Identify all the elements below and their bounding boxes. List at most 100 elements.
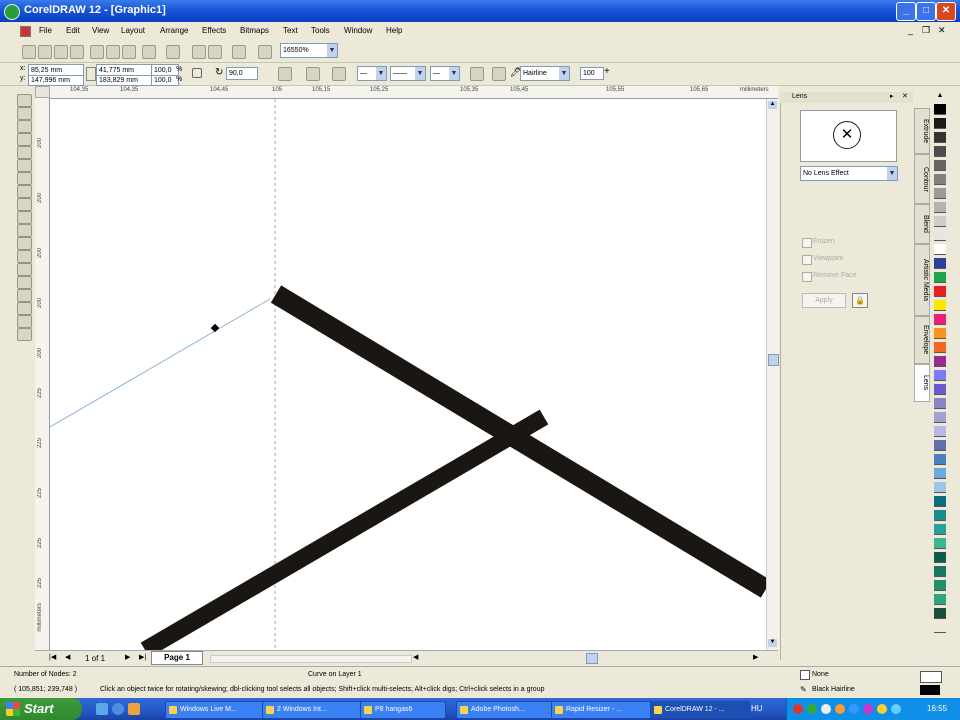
scroll-up-icon[interactable]: ▲ [768, 101, 777, 109]
redo-icon[interactable] [166, 45, 180, 59]
lens-effect-combo[interactable]: No Lens Effect ▼ [800, 166, 898, 181]
zoom-level-combo[interactable]: 16550% ▼ [280, 43, 338, 58]
corel-online-icon[interactable] [258, 45, 272, 59]
first-page-icon[interactable]: |◀ [49, 653, 56, 661]
outline-tool-icon[interactable] [17, 263, 32, 276]
palette-swatch[interactable] [934, 132, 946, 143]
minimize-icon[interactable]: _ [896, 2, 916, 21]
menu-effects[interactable]: Effects [202, 26, 226, 35]
scroll-left-icon[interactable]: ◀ [413, 653, 418, 661]
palette-swatch[interactable] [934, 300, 946, 311]
menu-view[interactable]: View [92, 26, 109, 35]
selected-hairline-curve[interactable] [50, 298, 271, 428]
freehand-tool-icon[interactable] [17, 146, 32, 159]
palette-swatch[interactable] [934, 440, 946, 451]
tray-app-icon[interactable] [849, 704, 859, 714]
horizontal-scrollbar[interactable] [210, 655, 412, 663]
print-icon[interactable] [70, 45, 84, 59]
chevron-down-icon[interactable]: ▼ [559, 67, 569, 80]
viewpoint-checkbox[interactable] [802, 255, 812, 265]
vertical-scrollbar[interactable]: ▲ ▼ [766, 99, 779, 650]
internet-explorer-icon[interactable] [112, 703, 124, 715]
palette-swatch[interactable] [934, 370, 946, 381]
fill-color-preview[interactable] [920, 671, 942, 683]
tab-contour[interactable]: Contour [914, 154, 930, 204]
tray-app-icon[interactable] [891, 704, 901, 714]
tray-app-icon[interactable] [793, 704, 803, 714]
polygon-tool-icon[interactable] [17, 198, 32, 211]
application-launcher-icon[interactable] [232, 45, 246, 59]
palette-scroll-up-icon[interactable]: ▲ [934, 92, 946, 102]
drawing-canvas[interactable] [50, 99, 766, 650]
taskbar-item-coreldraw[interactable]: CorelDRAW 12 - ... [650, 701, 750, 719]
rectangle-tool-icon[interactable] [17, 172, 32, 185]
shape-tool-icon[interactable] [17, 107, 32, 120]
mesh-fill-tool-icon[interactable] [17, 302, 32, 315]
palette-swatch[interactable] [934, 230, 946, 241]
copy-icon[interactable] [106, 45, 120, 59]
menu-layout[interactable]: Layout [121, 26, 145, 35]
ruler-corner[interactable] [35, 86, 50, 98]
docker-collapse-icon[interactable]: ▸ [890, 92, 894, 100]
start-arrowhead-combo[interactable]: — ▼ [357, 66, 387, 81]
palette-swatch[interactable] [934, 104, 946, 115]
palette-swatch[interactable] [934, 146, 946, 157]
palette-swatch[interactable] [934, 272, 946, 283]
end-arrowhead-combo[interactable]: — ▼ [430, 66, 460, 81]
open-icon[interactable] [38, 45, 52, 59]
doc-close-icon[interactable]: ✕ [938, 25, 946, 36]
pen-icon[interactable] [492, 67, 506, 81]
start-button[interactable]: Start [0, 698, 82, 720]
tray-app-icon[interactable] [807, 704, 817, 714]
palette-swatch[interactable] [934, 496, 946, 507]
export-icon[interactable] [208, 45, 222, 59]
remove-face-checkbox[interactable] [802, 272, 812, 282]
zoom-tool-icon[interactable] [17, 133, 32, 146]
scroll-down-icon[interactable]: ▼ [768, 639, 777, 647]
palette-swatch[interactable] [934, 398, 946, 409]
document-icon[interactable] [20, 26, 31, 37]
palette-swatch[interactable] [934, 608, 946, 619]
taskbar-item-p8[interactable]: P8 hangas6 [360, 701, 446, 719]
close-curve-icon[interactable] [470, 67, 484, 81]
coreldraw-app-icon[interactable] [4, 4, 20, 20]
palette-swatch[interactable] [934, 314, 946, 325]
line-style-combo[interactable]: —— ▼ [390, 66, 426, 81]
plus-icon[interactable]: + [604, 66, 610, 77]
close-icon[interactable]: ✕ [936, 2, 956, 21]
new-icon[interactable] [22, 45, 36, 59]
palette-swatch[interactable] [934, 580, 946, 591]
outline-pen-icon[interactable]: ✎ [800, 685, 807, 694]
menu-bitmaps[interactable]: Bitmaps [240, 26, 269, 35]
lock-ratio-icon[interactable] [192, 68, 202, 78]
taskbar-item-rapid-resizer[interactable]: Rapid Resizer - ... [551, 701, 655, 719]
next-page-icon[interactable]: ▶ [125, 653, 130, 661]
menu-text[interactable]: Text [283, 26, 298, 35]
palette-swatch[interactable] [934, 538, 946, 549]
horizontal-ruler[interactable]: 104,35 104,35 104,45 105 105,15 105,25 1… [50, 86, 778, 99]
fill-swatch-icon[interactable] [800, 670, 810, 680]
doc-minimize-icon[interactable]: _ [908, 25, 913, 35]
tab-blend[interactable]: Blend [914, 204, 930, 244]
height-field[interactable]: 183,829 mm [96, 75, 152, 86]
smart-fill-tool-icon[interactable] [17, 159, 32, 172]
palette-swatch[interactable] [934, 342, 946, 353]
menu-window[interactable]: Window [344, 26, 372, 35]
chevron-down-icon[interactable]: ▼ [327, 44, 337, 57]
palette-swatch[interactable] [934, 524, 946, 535]
apply-button[interactable]: Apply [802, 293, 846, 308]
palette-swatch[interactable] [934, 188, 946, 199]
palette-swatch[interactable] [934, 202, 946, 213]
menu-file[interactable]: File [39, 26, 52, 35]
scale-y-field[interactable]: 100,0 [151, 75, 179, 86]
scroll-thumb[interactable] [768, 354, 779, 366]
palette-swatch[interactable] [934, 244, 946, 255]
tab-envelope[interactable]: Envelope [914, 316, 930, 364]
palette-swatch[interactable] [934, 454, 946, 465]
smoothing-field[interactable]: 100 [580, 67, 604, 80]
previous-page-icon[interactable]: ◀ [65, 653, 70, 661]
interactive-fill-tool-icon[interactable] [17, 289, 32, 302]
palette-swatch[interactable] [934, 552, 946, 563]
angle-field[interactable]: 90,0 [226, 67, 258, 80]
paste-icon[interactable] [122, 45, 136, 59]
